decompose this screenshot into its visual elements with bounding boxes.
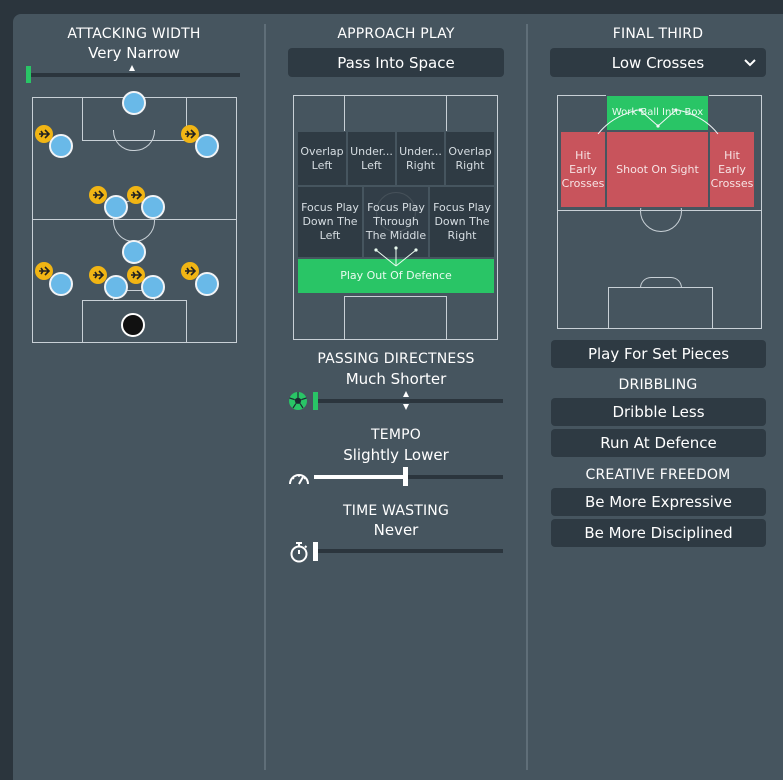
- passing-directness-title: PASSING DIRECTNESS: [317, 351, 475, 367]
- attacking-width-value: Very Narrow: [88, 44, 180, 62]
- player-left-winger[interactable]: [49, 134, 73, 158]
- attacking-width-default-marker: [129, 65, 135, 71]
- player-right-attacking-mid[interactable]: [141, 195, 165, 219]
- zone-underlap-right[interactable]: Under... Right: [396, 131, 445, 186]
- column-divider-right: [526, 24, 528, 770]
- zone-shoot-on-sight[interactable]: Shoot On Sight: [606, 131, 709, 208]
- player-left-back[interactable]: [49, 272, 73, 296]
- final-third-dropdown-label: Low Crosses: [611, 53, 705, 72]
- final-third-title: FINAL THIRD: [612, 26, 704, 42]
- attacking-width-title: ATTACKING WIDTH: [67, 26, 201, 42]
- stopwatch-icon: [290, 542, 308, 563]
- play-for-set-pieces-button[interactable]: Play For Set Pieces: [551, 340, 766, 368]
- be-more-disciplined-button[interactable]: Be More Disciplined: [551, 519, 766, 547]
- speedometer-icon: [289, 474, 309, 485]
- football-icon: [289, 392, 307, 410]
- ft-bottom-arc: [640, 277, 682, 288]
- dribbling-title: DRIBBLING: [618, 377, 698, 393]
- player-right-back[interactable]: [195, 272, 219, 296]
- zone-hit-early-crosses-right[interactable]: Hit Early Crosses: [709, 131, 755, 208]
- tempo-value: Slightly Lower: [343, 446, 449, 464]
- passing-directness-marker-bottom: [403, 404, 409, 410]
- ft-bottom-box: [608, 287, 713, 328]
- zone-overlap-left[interactable]: Overlap Left: [297, 131, 347, 186]
- player-right-center-back[interactable]: [141, 275, 165, 299]
- player-striker[interactable]: [122, 91, 146, 115]
- be-more-expressive-button[interactable]: Be More Expressive: [551, 488, 766, 516]
- final-third-arrows-icon: [597, 108, 719, 135]
- run-at-defence-button[interactable]: Run At Defence: [551, 429, 766, 457]
- zone-focus-right[interactable]: Focus Play Down The Right: [429, 186, 495, 258]
- approach-play-title: APPROACH PLAY: [337, 26, 455, 42]
- chevron-down-icon: [744, 59, 756, 67]
- plane-icon: [35, 125, 53, 143]
- plane-icon: [89, 186, 107, 204]
- time-wasting-slider[interactable]: [314, 549, 503, 553]
- player-left-attacking-mid[interactable]: [104, 195, 128, 219]
- plane-icon: [89, 266, 107, 284]
- tempo-slider-fill: [314, 475, 405, 479]
- time-wasting-slider-handle[interactable]: [313, 542, 318, 561]
- tempo-title: TEMPO: [371, 427, 421, 443]
- final-third-dropdown[interactable]: Low Crosses: [550, 48, 766, 77]
- approach-arrows-icon: [374, 246, 418, 267]
- approach-bottom-box: [344, 296, 447, 339]
- plane-icon: [181, 262, 199, 280]
- plane-icon: [127, 186, 145, 204]
- approach-play-dropdown[interactable]: Pass Into Space: [288, 48, 504, 77]
- player-goalkeeper[interactable]: [121, 313, 145, 337]
- plane-icon: [127, 266, 145, 284]
- time-wasting-value: Never: [373, 521, 419, 539]
- approach-top-box: [344, 95, 447, 134]
- dribble-less-button[interactable]: Dribble Less: [551, 398, 766, 426]
- zone-hit-early-crosses-left[interactable]: Hit Early Crosses: [560, 131, 606, 208]
- column-divider-left: [264, 24, 266, 770]
- player-left-center-back[interactable]: [104, 275, 128, 299]
- attacking-width-slider-handle[interactable]: [26, 66, 31, 83]
- time-wasting-title: TIME WASTING: [343, 503, 449, 519]
- plane-icon: [181, 125, 199, 143]
- creative-freedom-title: CREATIVE FREEDOM: [585, 467, 731, 483]
- passing-directness-default-marker: [403, 391, 409, 397]
- passing-directness-slider[interactable]: [314, 399, 503, 403]
- passing-directness-value: Much Shorter: [345, 370, 447, 388]
- player-defensive-mid[interactable]: [122, 240, 146, 264]
- attacking-width-slider[interactable]: [28, 73, 240, 77]
- plane-icon: [35, 262, 53, 280]
- zone-underlap-left[interactable]: Under... Left: [347, 131, 396, 186]
- zone-overlap-right[interactable]: Overlap Right: [445, 131, 495, 186]
- zone-focus-left[interactable]: Focus Play Down The Left: [297, 186, 363, 258]
- tempo-slider-handle[interactable]: [403, 467, 408, 486]
- top-penalty-arc: [113, 130, 155, 151]
- player-right-winger[interactable]: [195, 134, 219, 158]
- passing-directness-slider-handle[interactable]: [313, 392, 318, 410]
